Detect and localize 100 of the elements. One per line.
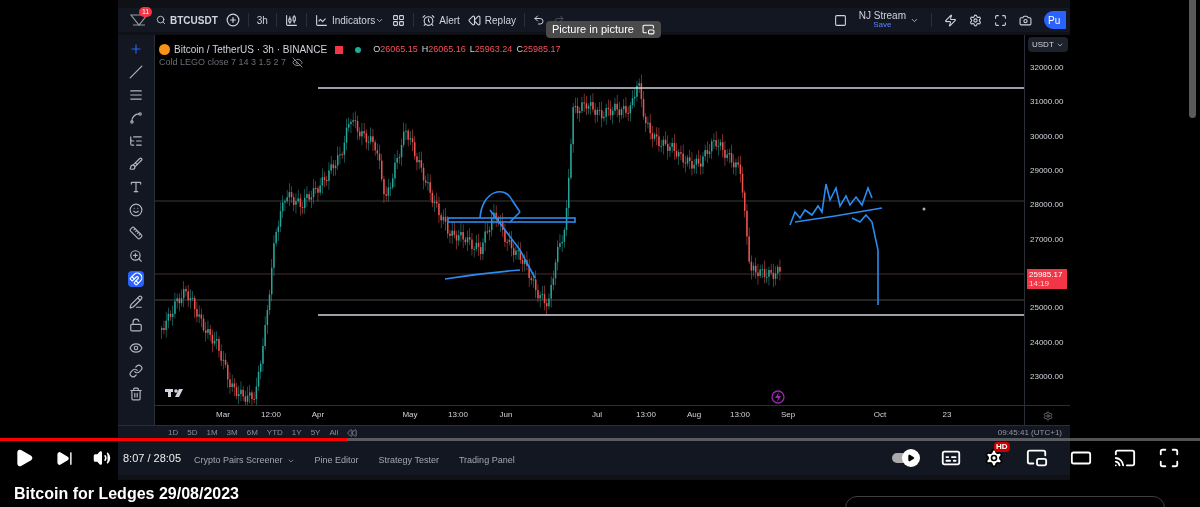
- alarm-icon: [422, 13, 436, 27]
- projection-icon[interactable]: [128, 133, 144, 149]
- ohlc-value: H26065.16: [421, 42, 466, 56]
- caret-icon[interactable]: [286, 457, 295, 465]
- range-button[interactable]: 1Y: [291, 426, 302, 439]
- panel-tab[interactable]: Strategy Tester: [378, 454, 439, 468]
- play-icon: [907, 454, 915, 462]
- time-display: 8:07 / 28:05: [123, 450, 182, 466]
- settings-icon[interactable]: [984, 448, 1004, 468]
- rewind-icon: [467, 13, 481, 27]
- price-label: 24000.00: [1030, 337, 1064, 348]
- volume-icon[interactable]: [93, 449, 111, 467]
- time-label: Oct: [873, 409, 887, 421]
- time-label: Sep: [780, 409, 796, 421]
- line-icon[interactable]: [128, 64, 144, 80]
- fullscreen-icon[interactable]: [1158, 447, 1180, 469]
- candles-icon[interactable]: [284, 13, 298, 27]
- panel-tab[interactable]: Pine Editor: [314, 454, 359, 468]
- picture-in-picture-icon: [641, 23, 655, 36]
- play-icon[interactable]: [14, 448, 34, 468]
- logo-icon[interactable]: [130, 13, 148, 27]
- text-icon[interactable]: [128, 179, 144, 195]
- progress-track[interactable]: [0, 438, 1200, 441]
- range-button[interactable]: 1D: [168, 426, 179, 439]
- pattern-icon[interactable]: [128, 110, 144, 126]
- publish-button[interactable]: Pu: [1044, 11, 1066, 29]
- range-button[interactable]: 6M: [246, 426, 258, 439]
- price-label: 28000.00: [1030, 200, 1064, 211]
- lightning-icon[interactable]: [944, 13, 957, 27]
- time-label: 13:00: [448, 409, 468, 421]
- lock-icon[interactable]: [128, 317, 144, 333]
- go-to-icon[interactable]: [347, 427, 358, 438]
- time-label: 23: [942, 409, 952, 421]
- panel-tab[interactable]: Crypto Pairs Screener: [194, 454, 283, 468]
- logo-icon: [165, 389, 183, 397]
- ruler-icon[interactable]: [128, 225, 144, 241]
- magnet-icon[interactable]: [128, 271, 144, 287]
- price-label: 25000.00: [1030, 303, 1064, 314]
- toolbar-button[interactable]: Replay: [467, 12, 516, 28]
- toolbar-button[interactable]: Indicators: [314, 12, 376, 28]
- time-label: 13:00: [636, 409, 656, 421]
- camera-icon[interactable]: [1019, 13, 1032, 27]
- symbol-search[interactable]: BTCUSDT: [156, 12, 218, 28]
- scrollbar[interactable]: [1189, 0, 1196, 118]
- currency-dropdown[interactable]: USDT: [1028, 37, 1068, 52]
- price-label: 31000.00: [1030, 97, 1064, 108]
- toolbar-button[interactable]: Alert: [422, 12, 460, 28]
- clock-label: 09:45:41 (UTC+1): [997, 426, 1062, 439]
- range-button[interactable]: 5Y: [310, 426, 321, 439]
- ohlc-value: L25963.24: [469, 42, 513, 56]
- last-price-label: 25985.17 14:19: [1027, 269, 1067, 289]
- search-icon: [156, 15, 166, 25]
- time-label: 13:00: [730, 409, 750, 421]
- brush-icon[interactable]: [128, 156, 144, 172]
- range-button[interactable]: 3M: [226, 426, 238, 439]
- smile-icon[interactable]: [128, 202, 144, 218]
- square-icon[interactable]: [833, 13, 847, 27]
- time-label: Apr: [311, 409, 325, 421]
- link-icon[interactable]: [128, 363, 144, 379]
- zoom-icon[interactable]: [128, 248, 144, 264]
- range-button[interactable]: 5D: [187, 426, 198, 439]
- price-label: 23000.00: [1030, 371, 1064, 382]
- trash-icon[interactable]: [128, 386, 144, 402]
- interval-button[interactable]: 3h: [256, 12, 268, 28]
- price-label: 27000.00: [1030, 234, 1064, 245]
- tooltip: Picture in picture: [546, 21, 661, 38]
- price-label: 30000.00: [1030, 131, 1064, 142]
- time-label: 12:00: [261, 409, 281, 421]
- eye-icon[interactable]: [128, 340, 144, 356]
- range-button[interactable]: YTD: [266, 426, 283, 439]
- add-icon[interactable]: [225, 13, 240, 27]
- miniplayer-icon[interactable]: [1026, 447, 1048, 469]
- time-label: May: [402, 409, 418, 421]
- hidden-icon[interactable]: [292, 57, 304, 69]
- ohlc-value: C25985.17: [516, 42, 561, 56]
- range-button[interactable]: 1M: [206, 426, 218, 439]
- lightning-icon: [771, 390, 785, 404]
- layout-button[interactable]: NJ Stream Save: [858, 11, 906, 29]
- panel-tab[interactable]: Trading Panel: [458, 454, 515, 468]
- undo-icon[interactable]: [532, 14, 545, 26]
- time-label: Aug: [686, 409, 702, 421]
- fullscreen-icon[interactable]: [994, 13, 1007, 27]
- lines-icon[interactable]: [128, 87, 144, 103]
- time-label: Mar: [216, 409, 230, 421]
- indicator-label: Cold LEGO close 7 14 3 1.5 2 7: [159, 56, 287, 69]
- pencil-icon[interactable]: [128, 294, 144, 310]
- price-label: 29000.00: [1030, 166, 1064, 176]
- coin-icon: [159, 44, 170, 55]
- templates-icon[interactable]: [392, 13, 406, 27]
- time-label: Jul: [591, 409, 603, 421]
- dot-mark: [922, 207, 926, 211]
- chart-icon: [314, 13, 328, 27]
- quality-badge: HD: [994, 442, 1010, 452]
- time-label: Jun: [499, 409, 513, 421]
- cast-icon[interactable]: [1114, 447, 1136, 469]
- video-title: Bitcoin for Ledges 29/08/2023: [14, 483, 239, 504]
- range-button[interactable]: All: [329, 426, 339, 439]
- ohlc-value: O26065.15: [373, 42, 418, 56]
- flag-icon: [335, 45, 344, 54]
- next-icon[interactable]: [56, 449, 73, 467]
